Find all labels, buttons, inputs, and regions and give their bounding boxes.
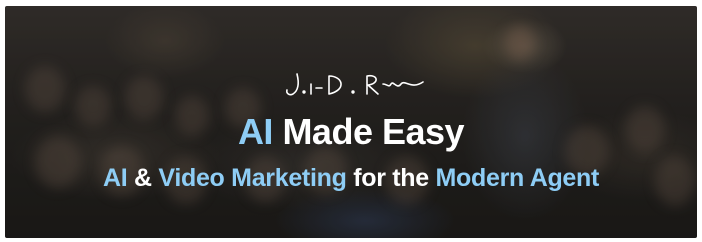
- headline-accent: AI: [237, 111, 274, 152]
- subheadline-ampersand: &: [127, 164, 159, 192]
- headline-rest: Made Easy: [272, 111, 465, 152]
- subheadline-video-marketing: Video Marketing: [158, 164, 347, 192]
- subheadline-ai: AI: [102, 164, 128, 192]
- hero-banner: AI Made Easy AI & Video Marketing for th…: [5, 6, 697, 238]
- signature-logo: [286, 73, 424, 96]
- subheadline-modern-agent: Modern Agent: [435, 164, 600, 192]
- subheadline: AI & Video Marketing for the Modern Agen…: [5, 162, 697, 194]
- subheadline-for-the: for the: [346, 164, 436, 192]
- headline: AI Made Easy: [5, 110, 697, 154]
- banner-content: AI Made Easy AI & Video Marketing for th…: [5, 6, 697, 238]
